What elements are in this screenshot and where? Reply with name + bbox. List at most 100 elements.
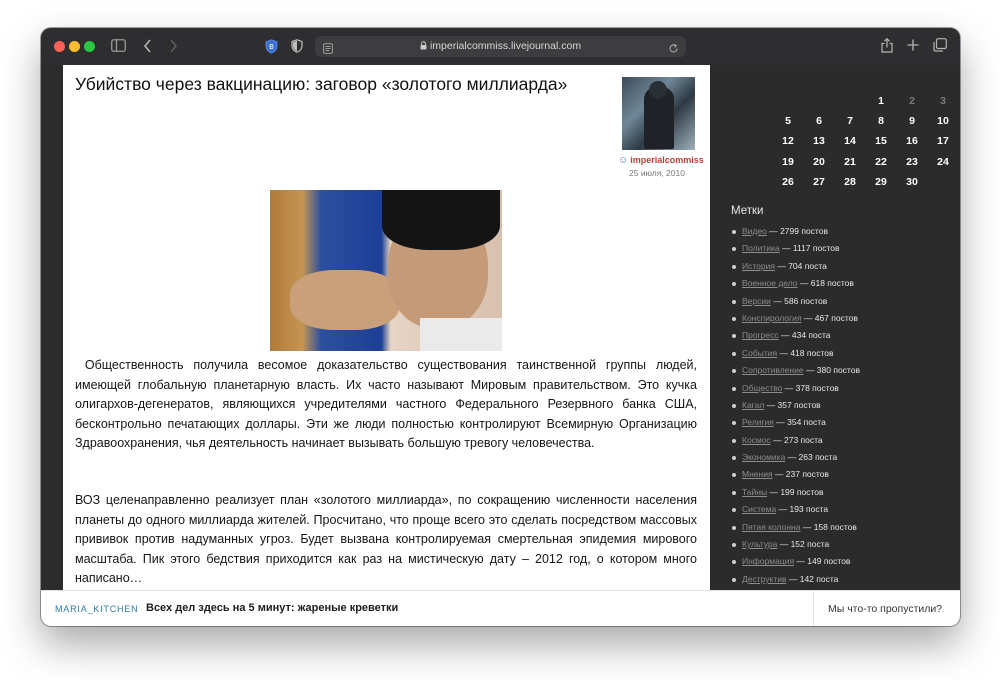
tag-link[interactable]: Прогресс: [742, 330, 779, 340]
feedback-link[interactable]: Мы что-то пропустили?: [828, 603, 942, 615]
calendar-day[interactable]: 7: [840, 115, 860, 127]
calendar-day[interactable]: 27: [809, 176, 829, 188]
calendar-day[interactable]: 2: [902, 95, 922, 107]
tag-link[interactable]: Пятая колонна: [742, 522, 800, 532]
tag-item: Система — 193 поста: [732, 501, 860, 518]
calendar-day[interactable]: 14: [840, 135, 860, 147]
sidebar-toggle-icon[interactable]: [111, 39, 126, 54]
calendar-day[interactable]: 5: [778, 115, 798, 127]
calendar-day[interactable]: 24: [933, 156, 953, 168]
tag-link[interactable]: События: [742, 348, 777, 358]
post-photo: [270, 190, 502, 351]
tag-item: Общество — 378 постов: [732, 380, 860, 397]
tag-link[interactable]: Видео: [742, 226, 767, 236]
calendar-day[interactable]: 10: [933, 115, 953, 127]
calendar-day[interactable]: 17: [933, 135, 953, 147]
minimize-window-button[interactable]: [69, 41, 80, 52]
tag-count: — 704 поста: [777, 260, 827, 271]
calendar-day[interactable]: 3: [933, 95, 953, 107]
tag-link[interactable]: Космос: [742, 435, 771, 445]
forward-chevron-icon[interactable]: [169, 39, 178, 55]
tag-count: — 193 поста: [778, 504, 829, 515]
main-content: Убийство через вакцинацию: заговор «золо…: [41, 65, 710, 590]
post-paragraph-2: ВОЗ целенаправленно реализует план «золо…: [75, 493, 697, 586]
calendar-day[interactable]: 12: [778, 135, 798, 147]
tag-count: — 149 постов: [796, 556, 851, 567]
calendar-day[interactable]: 19: [778, 156, 798, 168]
tag-link[interactable]: Версии: [742, 296, 771, 306]
tag-link[interactable]: Мнения: [742, 469, 773, 479]
back-chevron-icon[interactable]: [143, 39, 152, 55]
tag-count: — 354 поста: [776, 417, 826, 428]
tag-link[interactable]: Общество: [742, 383, 782, 393]
url-display[interactable]: imperialcommiss.livejournal.com: [315, 40, 686, 53]
sidebar: 1234567891011121314151617181920212223242…: [710, 65, 960, 590]
tag-count: — 586 постов: [773, 295, 828, 306]
share-icon[interactable]: [881, 37, 893, 55]
post-title: Убийство через вакцинацию: заговор «золо…: [75, 74, 568, 94]
recommendation-bar[interactable]: MARIA_KITCHEN Всех дел здесь на 5 минут:…: [41, 590, 960, 626]
tabs-overview-icon[interactable]: [933, 38, 947, 54]
reload-icon[interactable]: [668, 41, 679, 59]
tag-link[interactable]: Конспирология: [742, 313, 801, 323]
calendar-day[interactable]: 9: [902, 115, 922, 127]
calendar-day[interactable]: 8: [871, 115, 891, 127]
calendar-day[interactable]: 15: [871, 135, 891, 147]
tag-link[interactable]: Информация: [742, 556, 794, 566]
recommendation-source[interactable]: MARIA_KITCHEN: [55, 604, 138, 614]
calendar-day[interactable]: 13: [809, 135, 829, 147]
tag-link[interactable]: История: [742, 261, 775, 271]
tag-link[interactable]: Политика: [742, 243, 780, 253]
calendar-day[interactable]: 26: [778, 176, 798, 188]
address-bar[interactable]: imperialcommiss.livejournal.com: [315, 36, 686, 57]
tags-list: Видео — 2799 постов Политика — 1117 посто…: [732, 223, 860, 588]
close-window-button[interactable]: [54, 41, 65, 52]
tag-count: — 418 постов: [779, 347, 834, 358]
shield-icon[interactable]: [291, 39, 303, 55]
calendar-day[interactable]: 28: [840, 176, 860, 188]
tag-item: Версии — 586 постов: [732, 293, 860, 310]
calendar-day[interactable]: 21: [840, 156, 860, 168]
calendar-day[interactable]: 6: [809, 115, 829, 127]
tag-item: Пятая колонна — 158 постов: [732, 519, 860, 536]
tag-item: Кагал — 357 постов: [732, 397, 860, 414]
tag-link[interactable]: Сопротивление: [742, 365, 804, 375]
tag-item: Прогресс — 434 поста: [732, 327, 860, 344]
photo-hair: [382, 190, 500, 250]
tag-item: События — 418 постов: [732, 345, 860, 362]
tag-link[interactable]: Экономика: [742, 452, 785, 462]
calendar-day[interactable]: 16: [902, 135, 922, 147]
tag-link[interactable]: Религия: [742, 417, 774, 427]
tag-item: Военное дело — 618 постов: [732, 275, 860, 292]
tag-link[interactable]: Кагал: [742, 400, 764, 410]
tag-link[interactable]: Военное дело: [742, 278, 798, 288]
browser-window: B imperialcommiss.livejournal.com Убийст…: [41, 28, 960, 626]
tag-item: Деструктив — 142 поста: [732, 571, 860, 588]
tag-count: — 199 постов: [769, 486, 824, 497]
privacy-shield-icon[interactable]: B: [265, 39, 278, 56]
calendar-day[interactable]: 30: [902, 176, 922, 188]
tag-link[interactable]: Система: [742, 504, 776, 514]
tag-count: — 237 постов: [774, 469, 829, 480]
calendar-day[interactable]: 29: [871, 176, 891, 188]
recommendation-headline[interactable]: Всех дел здесь на 5 минут: жареные креве…: [146, 602, 398, 614]
post-date: 25 июля, 2010: [629, 168, 685, 178]
calendar-day[interactable]: 20: [809, 156, 829, 168]
tag-item: Космос — 273 поста: [732, 432, 860, 449]
calendar-day[interactable]: 1: [871, 95, 891, 107]
tag-count: — 142 поста: [788, 573, 839, 584]
browser-toolbar: B imperialcommiss.livejournal.com: [41, 28, 960, 66]
post-author[interactable]: ☺ imperialcommiss: [618, 155, 708, 166]
zoom-window-button[interactable]: [84, 41, 95, 52]
tag-link[interactable]: Тайны: [742, 487, 767, 497]
svg-text:B: B: [269, 43, 274, 51]
user-avatar[interactable]: [622, 77, 695, 150]
tag-link[interactable]: Культура: [742, 539, 777, 549]
tag-count: — 152 поста: [779, 539, 830, 550]
tag-item: Мнения — 237 постов: [732, 466, 860, 483]
calendar-day[interactable]: 23: [902, 156, 922, 168]
photo-shirt: [420, 318, 502, 351]
plus-icon[interactable]: [907, 39, 919, 53]
tag-link[interactable]: Деструктив: [742, 574, 786, 584]
calendar-day[interactable]: 22: [871, 156, 891, 168]
